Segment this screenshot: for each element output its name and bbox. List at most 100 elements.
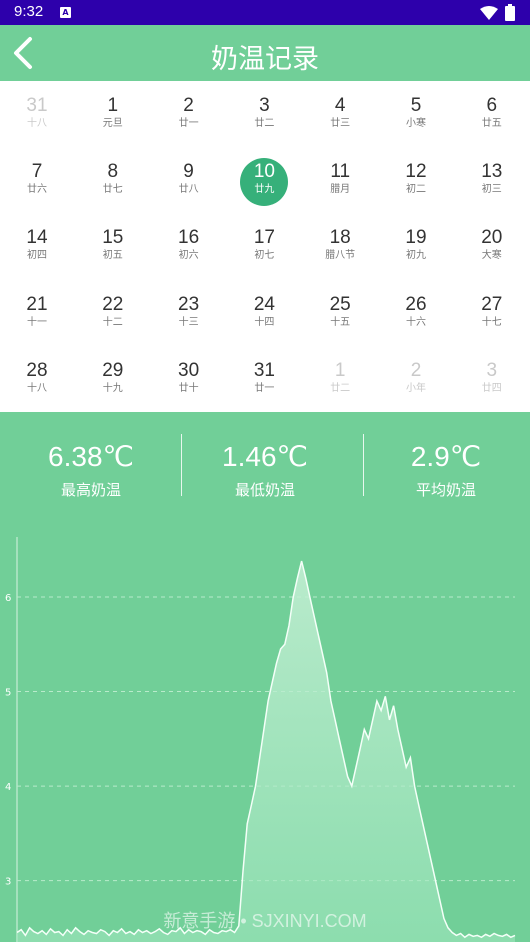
calendar-day[interactable]: 20 大寒 [457, 213, 527, 273]
lunar-date: 廿二 [254, 118, 275, 129]
calendar-day[interactable]: 31 十八 [2, 81, 72, 141]
calendar-day[interactable]: 2 廿一 [154, 81, 224, 141]
day-number: 20 [481, 227, 503, 249]
page-title: 奶温记录 [211, 44, 319, 75]
day-number: 12 [405, 161, 427, 183]
calendar-day[interactable]: 19 初九 [381, 213, 451, 273]
calendar-day[interactable]: 3 廿二 [229, 81, 299, 141]
calendar-day[interactable]: 28 十八 [2, 346, 72, 406]
day-number: 31 [253, 359, 275, 381]
calendar-day[interactable]: 18 腊八节 [305, 213, 375, 273]
stat-divider [181, 434, 182, 496]
stat-max-value: 6.38℃ [48, 441, 134, 472]
day-number: 27 [481, 293, 503, 315]
y-tick-label: 5 [5, 688, 11, 699]
app-bar: 奶温记录 [0, 25, 530, 81]
status-bar: 9:32 A [0, 0, 530, 25]
calendar-day[interactable]: 2 小年 [381, 346, 451, 406]
day-number: 6 [486, 95, 498, 116]
day-number: 31 [26, 95, 48, 116]
calendar-day[interactable]: 13 初三 [457, 147, 527, 207]
notification-icon: A [60, 7, 71, 18]
day-number: 16 [178, 227, 200, 249]
calendar-day[interactable]: 16 初六 [154, 213, 224, 273]
lunar-date: 腊八节 [325, 250, 356, 262]
lunar-date: 廿六 [27, 184, 47, 196]
day-number: 9 [183, 161, 194, 183]
calendar-day[interactable]: 7 廿六 [2, 147, 72, 207]
lunar-date: 十六 [406, 316, 426, 328]
watermark: 新意手游 • SJXINYI.COM [163, 911, 367, 931]
day-number: 2 [410, 359, 422, 381]
y-tick-label: 6 [5, 593, 11, 604]
calendar-day[interactable]: 3 廿四 [457, 346, 527, 406]
lunar-date: 初九 [406, 250, 426, 262]
lunar-date: 廿一 [254, 382, 275, 394]
lunar-date: 十三 [178, 316, 199, 328]
temperature-chart: 6 5 4 3 [5, 537, 516, 942]
calendar-day[interactable]: 24 十四 [229, 280, 299, 340]
wifi-icon [480, 6, 498, 20]
lunar-date: 廿四 [481, 382, 502, 394]
day-number: 29 [102, 359, 124, 381]
calendar-day[interactable]: 22 十二 [78, 280, 148, 340]
lunar-date: 廿十 [178, 382, 199, 394]
day-number: 1 [334, 359, 346, 381]
y-tick-label: 3 [5, 877, 11, 888]
calendar-day[interactable]: 30 廿十 [154, 346, 224, 406]
calendar-day[interactable]: 31 廿一 [229, 346, 299, 406]
calendar-day[interactable]: 25 十五 [305, 280, 375, 340]
lunar-date: 元旦 [102, 118, 123, 129]
stat-min: 1.46℃ 最低奶温 [177, 412, 353, 512]
calendar-day[interactable]: 8 廿七 [78, 147, 148, 207]
lunar-date: 小年 [406, 382, 426, 394]
calendar-day[interactable]: 29 十九 [78, 346, 148, 406]
calendar-day[interactable]: 17 初七 [229, 213, 299, 273]
stat-min-label: 最低奶温 [234, 481, 295, 499]
calendar-day[interactable]: 1 廿二 [305, 346, 375, 406]
day-number: 1 [107, 95, 119, 116]
stat-avg-label: 平均奶温 [415, 481, 476, 499]
lunar-date: 初四 [27, 250, 47, 262]
stat-max: 6.38℃ 最高奶温 [3, 412, 179, 512]
lunar-date: 初五 [102, 250, 123, 262]
calendar-day[interactable]: 1 元旦 [78, 81, 148, 141]
day-number: 23 [178, 293, 200, 315]
calendar-day[interactable]: 6 廿五 [457, 81, 527, 141]
calendar-day[interactable]: 4 廿三 [305, 81, 375, 141]
calendar-day[interactable]: 10 廿九 [229, 147, 299, 207]
lunar-date: 廿七 [102, 184, 123, 196]
day-number: 28 [26, 359, 48, 381]
temperature-area [17, 561, 515, 942]
day-number: 21 [26, 293, 48, 315]
calendar-day[interactable]: 26 十六 [381, 280, 451, 340]
lunar-date: 廿二 [330, 382, 351, 394]
calendar-grid: 31 十八 1 元旦 2 廿一 3 廿二 4 廿三 5 小寒 6 廿五 7 廿六 8 廿七 9 廿八 10 廿九 11 腊月 1… [0, 81, 530, 412]
lunar-date: 十五 [330, 316, 351, 328]
stat-divider [363, 434, 364, 496]
day-number: 15 [102, 227, 124, 249]
calendar-day[interactable]: 21 十一 [2, 280, 72, 340]
day-number: 26 [405, 293, 427, 315]
lunar-date: 初六 [178, 250, 199, 262]
day-number: 19 [405, 227, 427, 249]
day-number: 3 [259, 95, 270, 116]
calendar-day[interactable]: 14 初四 [2, 213, 72, 273]
calendar-day[interactable]: 5 小寒 [381, 81, 451, 141]
day-number: 2 [183, 95, 194, 116]
lunar-date: 十一 [27, 316, 47, 328]
calendar-day[interactable]: 9 廿八 [154, 147, 224, 207]
calendar-day[interactable]: 27 十七 [457, 280, 527, 340]
stat-min-value: 1.46℃ [222, 441, 308, 472]
calendar-day[interactable]: 15 初五 [78, 213, 148, 273]
stat-avg-value: 2.9℃ [410, 441, 482, 472]
day-number: 4 [334, 95, 346, 116]
lunar-date: 廿一 [178, 118, 199, 129]
lunar-date: 十四 [254, 316, 275, 328]
lunar-date: 小寒 [406, 118, 426, 129]
lunar-date: 十七 [481, 316, 502, 328]
lunar-date: 廿九 [254, 184, 275, 196]
calendar-day[interactable]: 23 十三 [154, 280, 224, 340]
calendar-day[interactable]: 11 腊月 [305, 147, 375, 207]
calendar-day[interactable]: 12 初二 [381, 147, 451, 207]
